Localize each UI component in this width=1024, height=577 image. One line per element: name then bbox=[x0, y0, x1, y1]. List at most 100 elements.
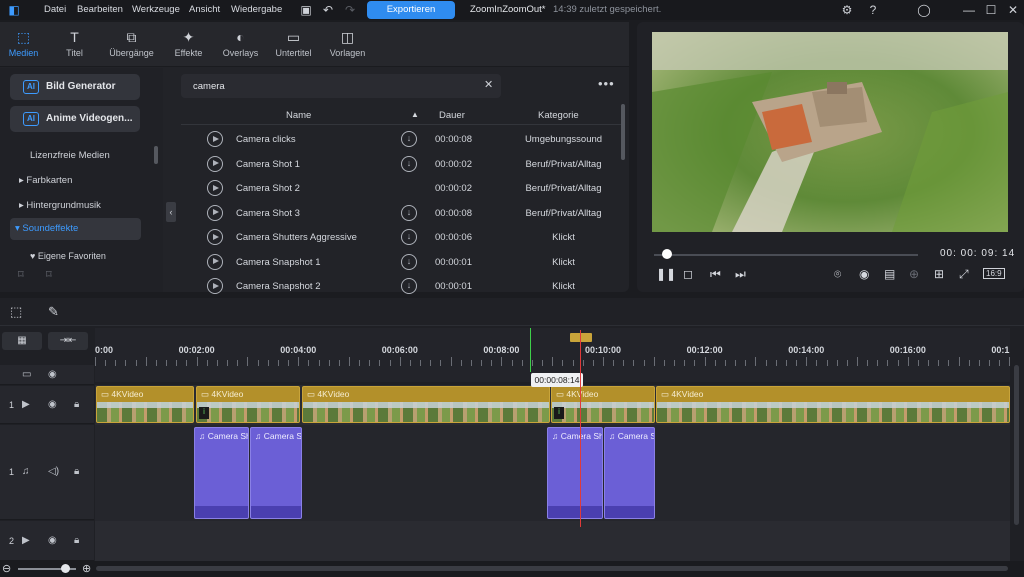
stop-icon[interactable]: ◻ bbox=[683, 267, 693, 281]
play-preview-icon[interactable] bbox=[207, 204, 223, 221]
pause-icon[interactable]: ❚❚ bbox=[656, 267, 676, 281]
tab-title[interactable]: T Titel bbox=[47, 28, 102, 58]
speaker-icon[interactable]: ◁) bbox=[48, 466, 59, 477]
sound-list-row[interactable]: Camera Shot 1 ↓ 00:00:02 Beruf/Privat/Allta… bbox=[181, 152, 621, 177]
fullscreen-icon[interactable]: ⤢ bbox=[959, 267, 969, 282]
download-icon[interactable]: ↓ bbox=[401, 229, 417, 245]
export-button[interactable]: Exportieren bbox=[367, 1, 455, 19]
header-name[interactable]: Name bbox=[286, 110, 311, 121]
playhead[interactable] bbox=[580, 330, 581, 527]
account-icon[interactable]: ◯ bbox=[916, 2, 932, 18]
header-category[interactable]: Kategorie bbox=[538, 110, 579, 121]
video-clip[interactable]: ▭ 4KVideo i bbox=[551, 386, 655, 423]
layout-icon[interactable]: ⊞ bbox=[934, 267, 944, 281]
tab-templates[interactable]: ◫ Vorlagen bbox=[320, 28, 375, 58]
video-clip[interactable]: ▭ 4KVideo bbox=[96, 386, 194, 423]
video-clip[interactable]: ▭ 4KVideo i bbox=[196, 386, 300, 423]
timeline-horizontal-scrollbar[interactable] bbox=[96, 566, 1008, 571]
lock-icon[interactable]: 🔒︎ bbox=[74, 535, 79, 546]
fit-timeline-button[interactable]: ⇥⇤ bbox=[48, 332, 88, 350]
next-frame-icon[interactable]: ⏭ bbox=[735, 267, 746, 282]
download-icon[interactable]: ↓ bbox=[401, 155, 417, 172]
tag-icon[interactable]: ⌑ bbox=[18, 268, 24, 281]
tab-effects[interactable]: ✦ Effekte bbox=[161, 28, 216, 58]
menu-file[interactable]: Datei bbox=[44, 4, 66, 15]
menu-tools[interactable]: Werkzeuge bbox=[132, 4, 180, 15]
playback-quality-icon[interactable]: ◉ bbox=[859, 267, 869, 281]
settings-gear-icon[interactable]: ⚙ bbox=[839, 2, 855, 18]
track-settings-icon[interactable]: ▭ bbox=[22, 369, 31, 380]
sound-list-row[interactable]: Camera Shot 3 ↓ 00:00:08 Beruf/Privat/Allta… bbox=[181, 201, 621, 226]
play-preview-icon[interactable] bbox=[207, 131, 223, 147]
minimize-icon[interactable]: — bbox=[961, 2, 977, 18]
snapshot-camera-icon[interactable]: ⌾ bbox=[834, 267, 841, 282]
nav-scrollbar[interactable] bbox=[154, 146, 158, 164]
nav-sound-effects[interactable]: ▾ Soundeffekte bbox=[10, 218, 141, 240]
select-tool-icon[interactable]: ⬚ bbox=[10, 304, 22, 320]
zoom-out-icon[interactable]: ⊖ bbox=[2, 562, 11, 575]
menu-view[interactable]: Ansicht bbox=[189, 4, 220, 15]
tab-subtitles[interactable]: ▭ Untertitel bbox=[266, 28, 321, 58]
play-preview-icon[interactable] bbox=[207, 229, 223, 245]
help-icon[interactable]: ? bbox=[865, 2, 881, 18]
anime-video-generator-button[interactable]: AI Anime Videogen... bbox=[10, 106, 140, 132]
previous-frame-icon[interactable]: ⏮ bbox=[710, 267, 721, 282]
undo-icon[interactable]: ↶ bbox=[320, 2, 336, 18]
tab-media[interactable]: ⬚ Medien bbox=[0, 28, 51, 58]
sound-list-row[interactable]: Camera Snapshot 2 ↓ 00:00:01 Klickt bbox=[181, 274, 621, 299]
play-preview-icon[interactable] bbox=[207, 155, 223, 172]
menu-edit[interactable]: Bearbeiten bbox=[77, 4, 123, 15]
timeline-vertical-scrollbar[interactable] bbox=[1014, 365, 1019, 525]
redo-icon[interactable]: ↷ bbox=[342, 2, 358, 18]
edit-pen-icon[interactable]: ✎ bbox=[48, 304, 59, 320]
video-clip[interactable]: ▭ 4KVideo bbox=[302, 386, 550, 423]
list-scrollbar[interactable] bbox=[621, 104, 625, 160]
nav-background-music[interactable]: ▸ Hintergrundmusik bbox=[19, 200, 101, 211]
track-manager-button[interactable]: ▦ bbox=[2, 332, 42, 350]
search-input[interactable]: camera bbox=[193, 81, 225, 92]
visibility-eye-icon[interactable]: ◉ bbox=[48, 535, 57, 546]
seek-handle[interactable] bbox=[662, 249, 672, 259]
menu-playback[interactable]: Wiedergabe bbox=[231, 4, 282, 15]
collapse-panel-button[interactable]: ‹ bbox=[166, 202, 176, 222]
lock-icon[interactable]: 🔒︎ bbox=[74, 466, 79, 477]
download-icon[interactable]: ↓ bbox=[401, 253, 417, 270]
sound-list-row[interactable]: Camera clicks ↓ 00:00:08 Umgebungssound bbox=[181, 127, 621, 152]
seek-bar[interactable] bbox=[654, 254, 918, 256]
clear-search-icon[interactable]: ✕ bbox=[484, 78, 493, 91]
sort-ascending-icon[interactable]: ▲ bbox=[411, 110, 419, 119]
video-track-2[interactable] bbox=[95, 521, 1010, 561]
tag-outline-icon[interactable]: ⌑ bbox=[46, 268, 52, 281]
visibility-eye-icon[interactable]: ◉ bbox=[48, 399, 57, 410]
audio-clip[interactable]: ♫ Camera S bbox=[250, 427, 302, 519]
zoom-icon[interactable]: ⊕ bbox=[909, 267, 919, 281]
play-preview-icon[interactable] bbox=[207, 278, 223, 294]
zoom-in-icon[interactable]: ⊕ bbox=[82, 562, 91, 575]
timeline-marker[interactable] bbox=[570, 333, 592, 342]
nav-own-favorites[interactable]: ♥ Eigene Favoriten bbox=[30, 251, 106, 261]
maximize-icon[interactable]: ☐ bbox=[983, 2, 999, 18]
aspect-ratio-button[interactable]: 16:9 bbox=[983, 268, 1005, 279]
play-preview-icon[interactable] bbox=[207, 253, 223, 270]
sound-list-row[interactable]: Camera Snapshot 1 ↓ 00:00:01 Klickt bbox=[181, 250, 621, 275]
audio-clip[interactable]: ♫ Camera Sh bbox=[547, 427, 603, 519]
nav-colorcards[interactable]: ▸ Farbkarten bbox=[19, 175, 72, 186]
header-duration[interactable]: Dauer bbox=[439, 110, 465, 121]
visibility-eye-icon[interactable]: ◉ bbox=[48, 369, 57, 380]
info-icon[interactable]: i bbox=[199, 407, 209, 419]
info-icon[interactable]: i bbox=[554, 407, 564, 419]
search-field[interactable]: camera ✕ bbox=[181, 74, 501, 98]
tab-transitions[interactable]: ⧉ Übergänge bbox=[104, 28, 159, 58]
tab-overlays[interactable]: ◐ Overlays bbox=[213, 28, 268, 58]
video-clip[interactable]: ▭ 4KVideo bbox=[656, 386, 1010, 423]
download-icon[interactable]: ↓ bbox=[401, 278, 417, 294]
save-icon[interactable]: ▣ bbox=[298, 2, 314, 18]
sound-list-row[interactable]: Camera Shutters Aggressive ↓ 00:00:06 Klick… bbox=[181, 225, 621, 250]
sound-list-row[interactable]: Camera Shot 2 00:00:02 Beruf/Privat/Alltag bbox=[181, 176, 621, 201]
audio-clip[interactable]: ♫ Camera Sh bbox=[194, 427, 249, 519]
more-options-icon[interactable]: ••• bbox=[598, 76, 615, 91]
subtitles-toggle-icon[interactable]: ▤ bbox=[884, 267, 895, 281]
download-icon[interactable]: ↓ bbox=[401, 131, 417, 147]
play-preview-icon[interactable] bbox=[207, 180, 223, 196]
audio-clip[interactable]: ♫ Camera S bbox=[604, 427, 655, 519]
